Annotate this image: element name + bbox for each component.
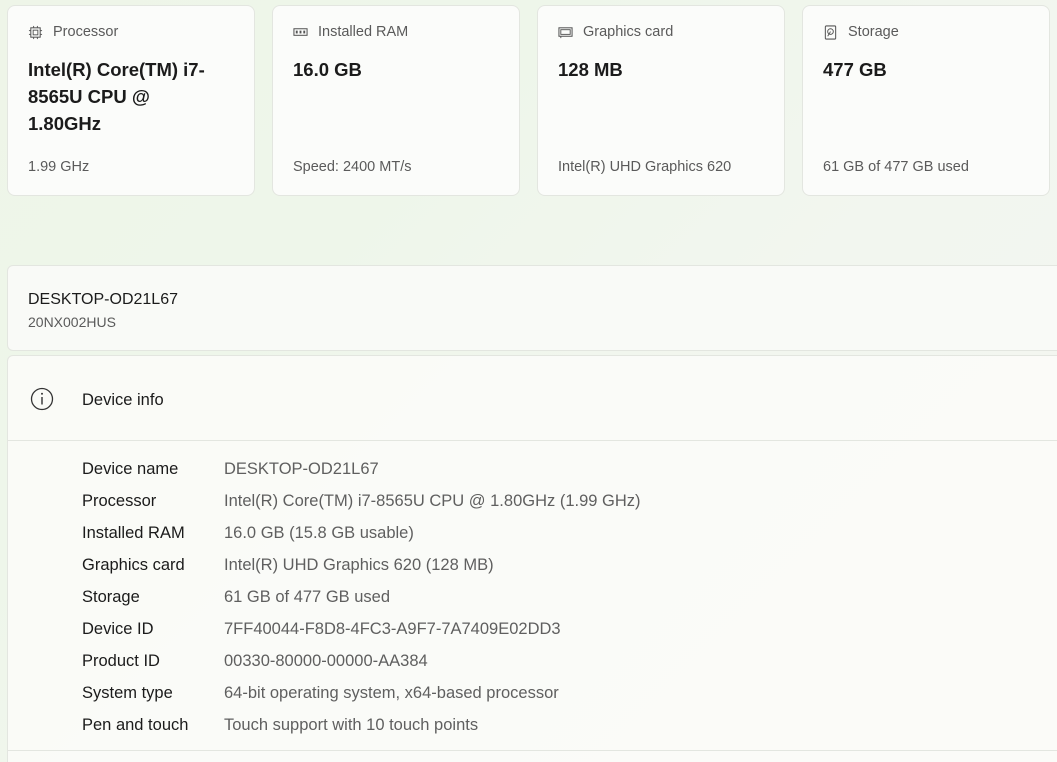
spec-value[interactable]: 7FF40044-F8D8-4FC3-A9F7-7A7409E02DD3 xyxy=(224,620,561,639)
spec-value[interactable]: Touch support with 10 touch points xyxy=(224,716,478,735)
spec-value[interactable]: DESKTOP-OD21L67 xyxy=(224,460,379,479)
device-name-panel: DESKTOP-OD21L67 20NX002HUS xyxy=(7,265,1057,351)
ram-icon xyxy=(293,27,308,36)
spec-cards: Processor Intel(R) Core(TM) i7-8565U CPU… xyxy=(7,5,1057,198)
card-value: 16.0 GB xyxy=(293,59,362,80)
ram-card: Installed RAM 16.0 GB Speed: 2400 MT/s xyxy=(272,5,520,196)
card-subtext: Speed: 2400 MT/s xyxy=(293,159,412,175)
device-info-panel: Device info Device name DESKTOP-OD21L67 … xyxy=(7,355,1057,762)
device-model: 20NX002HUS xyxy=(28,314,116,330)
spec-label: Storage xyxy=(82,587,140,606)
spec-value[interactable]: Intel(R) UHD Graphics 620 (128 MB) xyxy=(224,556,494,575)
card-header: Graphics card xyxy=(558,24,673,40)
card-subtext: 61 GB of 477 GB used xyxy=(823,159,969,175)
spec-value[interactable]: 00330-80000-00000-AA384 xyxy=(224,652,428,671)
info-icon xyxy=(30,387,54,411)
spec-value[interactable]: Intel(R) Core(TM) i7-8565U CPU @ 1.80GHz… xyxy=(224,492,641,511)
card-value: Intel(R) Core(TM) i7-8565U CPU @ 1.80GHz xyxy=(28,59,205,134)
spec-value[interactable]: 61 GB of 477 GB used xyxy=(224,588,390,607)
spec-row-pen-and-touch: Pen and touch Touch support with 10 touc… xyxy=(82,709,641,741)
spec-row-storage: Storage 61 GB of 477 GB used xyxy=(82,581,641,613)
device-info-header[interactable]: Device info xyxy=(8,356,1057,441)
storage-card: Storage 477 GB 61 GB of 477 GB used xyxy=(802,5,1050,196)
storage-icon xyxy=(824,24,837,40)
card-title: Storage xyxy=(848,24,899,40)
spec-label: Device name xyxy=(82,459,179,478)
card-value: 128 MB xyxy=(558,59,623,80)
device-info-title: Device info xyxy=(82,391,164,409)
spec-row-device-name: Device name DESKTOP-OD21L67 xyxy=(82,453,641,485)
spec-label: Product ID xyxy=(82,651,160,670)
spec-value[interactable]: 64-bit operating system, x64-based proce… xyxy=(224,684,559,703)
card-title: Graphics card xyxy=(583,24,674,40)
spec-row-installed-ram: Installed RAM 16.0 GB (15.8 GB usable) xyxy=(82,517,641,549)
processor-card: Processor Intel(R) Core(TM) i7-8565U CPU… xyxy=(7,5,255,196)
spec-row-product-id: Product ID 00330-80000-00000-AA384 xyxy=(82,645,641,677)
card-subtext: Intel(R) UHD Graphics 620 xyxy=(558,159,732,175)
spec-value[interactable]: 16.0 GB (15.8 GB usable) xyxy=(224,524,414,543)
spec-label: Processor xyxy=(82,491,157,510)
device-name: DESKTOP-OD21L67 xyxy=(28,291,178,308)
processor-icon xyxy=(28,25,43,39)
card-subtext: 1.99 GHz xyxy=(28,159,90,175)
spec-row-graphics-card: Graphics card Intel(R) UHD Graphics 620 … xyxy=(82,549,641,581)
card-title: Installed RAM xyxy=(318,24,409,40)
spec-label: System type xyxy=(82,683,173,702)
spec-row-system-type: System type 64-bit operating system, x64… xyxy=(82,677,641,709)
spec-label: Pen and touch xyxy=(82,715,189,734)
spec-row-device-id: Device ID 7FF40044-F8D8-4FC3-A9F7-7A7409… xyxy=(82,613,641,645)
spec-label: Device ID xyxy=(82,619,154,638)
spec-label: Graphics card xyxy=(82,555,185,574)
card-header: Processor xyxy=(28,24,118,40)
card-title: Processor xyxy=(53,24,119,40)
spec-row-processor: Processor Intel(R) Core(TM) i7-8565U CPU… xyxy=(82,485,641,517)
spec-label: Installed RAM xyxy=(82,523,185,542)
card-header: Storage xyxy=(823,24,899,40)
graphics-card-card: Graphics card 128 MB Intel(R) UHD Graphi… xyxy=(537,5,785,196)
divider xyxy=(7,750,1057,751)
card-header: Installed RAM xyxy=(293,24,408,40)
card-value: 477 GB xyxy=(823,59,887,80)
spec-list: Device name DESKTOP-OD21L67 Processor In… xyxy=(82,453,641,741)
graphics-card-icon xyxy=(558,26,573,38)
